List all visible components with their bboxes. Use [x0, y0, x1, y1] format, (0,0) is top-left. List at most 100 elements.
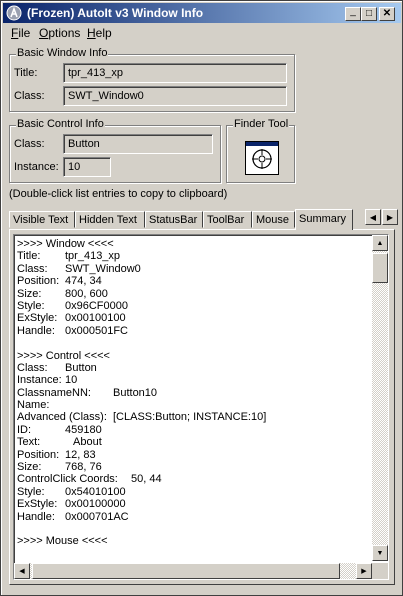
summary-line: ExStyle: 0x00100000 — [17, 498, 373, 510]
scroll-right-button[interactable]: ▶ — [356, 563, 372, 579]
summary-line: Style: 0x96CF0000 — [17, 300, 373, 312]
summary-line: >>>> Control <<<< — [17, 350, 373, 362]
control-class-label: Class: — [14, 138, 45, 150]
summary-key: Name: — [17, 399, 50, 412]
summary-line: Instance: 10 — [17, 374, 373, 386]
summary-line: Title: tpr_413_xp — [17, 250, 373, 262]
close-icon: ✕ — [382, 8, 392, 19]
horizontal-scroll-thumb[interactable] — [32, 563, 340, 579]
vertical-scrollbar[interactable]: ▲ ▼ — [372, 235, 388, 561]
summary-line: Advanced (Class): [CLASS:Button; INSTANCE… — [17, 411, 373, 423]
summary-value: 12, 83 — [65, 448, 96, 461]
summary-text-area[interactable]: >>>> Window <<<< Title: tpr_413_xp Class: SW… — [13, 234, 389, 580]
menu-options[interactable]: Options — [39, 26, 80, 40]
title-bar[interactable]: (Frozen) AutoIt v3 Window Info _ □ ✕ — [3, 3, 401, 23]
summary-value: tpr_413_xp — [65, 250, 121, 263]
basic-window-info-group: Basic Window Info Title: tpr_413_xp Clas… — [9, 47, 295, 112]
summary-line: Position: 12, 83 — [17, 449, 373, 461]
summary-value: 800, 600 — [65, 287, 108, 300]
summary-key: Style: — [17, 299, 45, 312]
summary-key: Class: — [17, 262, 48, 275]
summary-line: Name: — [17, 399, 373, 411]
menu-help[interactable]: Help — [87, 26, 112, 40]
summary-key: Size: — [17, 461, 42, 474]
summary-value: 474, 34 — [65, 275, 102, 288]
window-title-field[interactable]: tpr_413_xp — [63, 63, 287, 83]
arrow-down-icon: ▼ — [376, 549, 384, 557]
tab-toolbar[interactable]: ToolBar — [203, 211, 252, 228]
control-class-field[interactable]: Button — [63, 134, 213, 154]
close-button[interactable]: ✕ — [379, 7, 395, 21]
summary-value: About — [73, 436, 102, 449]
summary-line: Style: 0x54010100 — [17, 486, 373, 498]
summary-value: 0x00100000 — [65, 498, 126, 511]
summary-line: ControlClick Coords: 50, 44 — [17, 473, 373, 485]
autoit-logo-icon — [6, 5, 22, 21]
scroll-down-button[interactable]: ▼ — [372, 545, 388, 561]
window-title-label: Title: — [14, 67, 38, 79]
app-window: (Frozen) AutoIt v3 Window Info _ □ ✕ Fil… — [0, 0, 403, 596]
summary-key: Position: — [17, 275, 60, 288]
tab-summary[interactable]: Summary — [295, 209, 353, 230]
summary-line — [17, 337, 373, 349]
tab-mouse[interactable]: Mouse — [252, 211, 295, 228]
chevron-left-icon: ◀ — [369, 212, 377, 222]
summary-content: >>>> Window <<<< Title: tpr_413_xp Class: SW… — [17, 238, 373, 548]
summary-key: >>>> Mouse <<<< — [17, 535, 108, 548]
tab-scroll-right-button[interactable]: ▶ — [382, 209, 398, 225]
summary-key: >>>> Control <<<< — [17, 349, 110, 362]
maximize-icon: □ — [365, 8, 373, 19]
tab-statusbar[interactable]: StatusBar — [145, 211, 203, 228]
window-class-field[interactable]: SWT_Window0 — [63, 86, 287, 106]
minimize-button[interactable]: _ — [345, 7, 361, 21]
clipboard-hint: (Double-click list entries to copy to cl… — [9, 188, 228, 200]
menu-file[interactable]: File — [11, 26, 30, 40]
summary-line: ClassnameNN: Button10 — [17, 387, 373, 399]
window-class-label: Class: — [14, 90, 45, 102]
summary-line: Size: 768, 76 — [17, 461, 373, 473]
summary-key: ExStyle: — [17, 312, 58, 325]
summary-key: Handle: — [17, 324, 55, 337]
horizontal-scrollbar[interactable]: ◀ ▶ — [14, 563, 372, 579]
maximize-button[interactable]: □ — [361, 7, 377, 21]
tab-hidden-text[interactable]: Hidden Text — [75, 211, 145, 228]
summary-line: Text: About — [17, 436, 373, 448]
summary-value: 0x00100100 — [65, 312, 126, 325]
finder-tool-legend: Finder Tool — [233, 118, 290, 130]
finder-tool-group: Finder Tool — [226, 118, 295, 183]
summary-line — [17, 523, 373, 535]
control-instance-field[interactable]: 10 — [63, 157, 111, 177]
tab-scroll-left-button[interactable]: ◀ — [365, 209, 381, 225]
summary-key: Handle: — [17, 510, 55, 523]
scroll-up-button[interactable]: ▲ — [372, 235, 388, 251]
scroll-left-button[interactable]: ◀ — [14, 563, 30, 579]
summary-key: Class: — [17, 361, 48, 374]
summary-value: 0x54010100 — [65, 485, 126, 498]
control-instance-label: Instance: — [14, 161, 59, 173]
summary-value: 0x000501FC — [65, 324, 128, 337]
basic-control-info-legend: Basic Control Info — [16, 118, 105, 130]
tab-visible-text[interactable]: Visible Text — [9, 211, 75, 228]
summary-value: Button — [65, 361, 97, 374]
summary-panel: >>>> Window <<<< Title: tpr_413_xp Class: SW… — [9, 229, 395, 585]
summary-line: >>>> Window <<<< — [17, 238, 373, 250]
summary-value: Button10 — [113, 386, 158, 399]
summary-key: Text: — [17, 436, 41, 449]
summary-key: ID: — [17, 423, 32, 436]
summary-key: Title: — [17, 250, 41, 263]
summary-key: Style: — [17, 485, 45, 498]
summary-key: ClassnameNN: — [17, 386, 91, 399]
crosshair-icon — [252, 149, 272, 169]
scroll-thumb[interactable] — [372, 253, 388, 283]
summary-key: ExStyle: — [17, 498, 58, 511]
finder-tool-target[interactable] — [245, 141, 279, 175]
summary-value: 10 — [65, 374, 78, 387]
summary-value: 50, 44 — [131, 473, 162, 486]
summary-value: 768, 76 — [65, 461, 102, 474]
summary-value: 0x000701AC — [65, 510, 129, 523]
summary-line: Position: 474, 34 — [17, 275, 373, 287]
basic-window-info-legend: Basic Window Info — [16, 47, 109, 59]
basic-control-info-group: Basic Control Info Class: Button Instanc… — [9, 118, 221, 183]
summary-line: Handle: 0x000501FC — [17, 325, 373, 337]
summary-line: Handle: 0x000701AC — [17, 511, 373, 523]
